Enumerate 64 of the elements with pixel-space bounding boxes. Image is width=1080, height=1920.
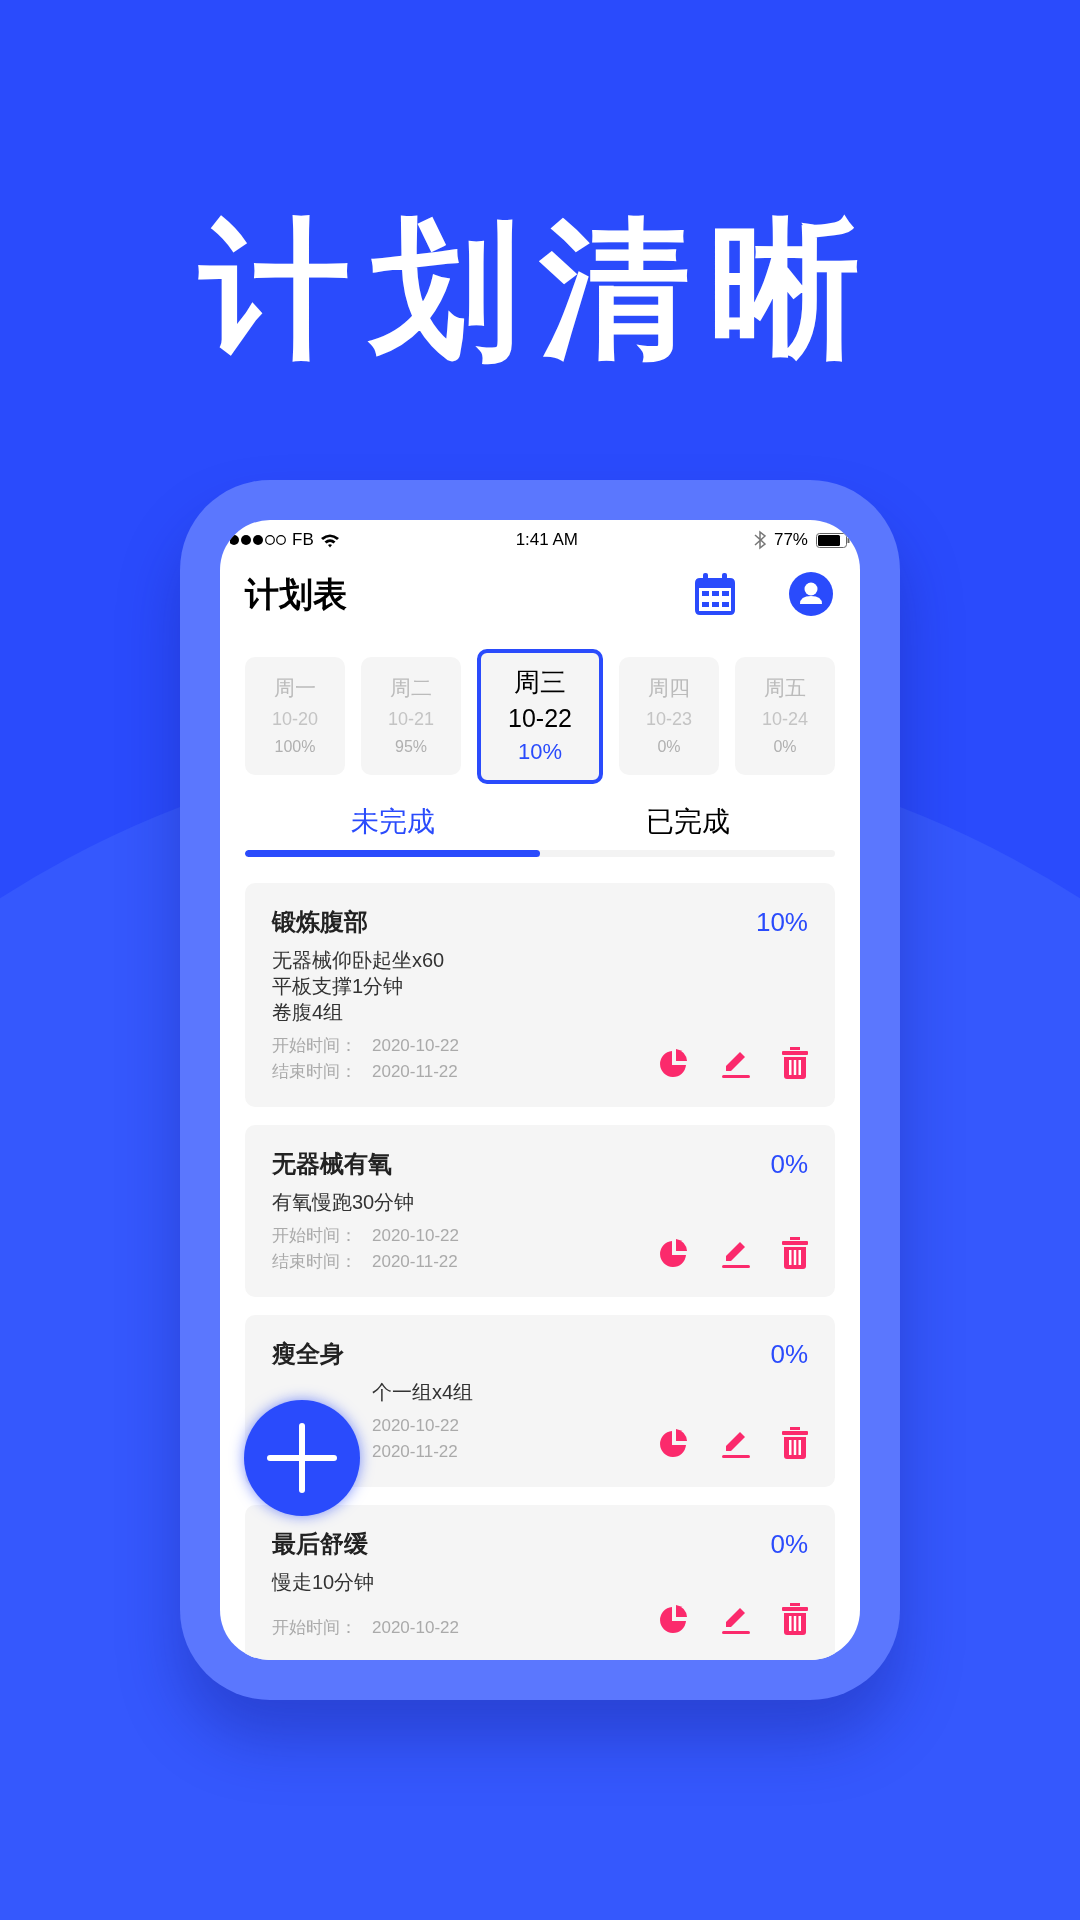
status-time: 1:41 AM — [515, 529, 579, 552]
plus-icon — [267, 1423, 337, 1493]
day-percent: 10% — [517, 738, 562, 766]
trash-icon[interactable] — [782, 1603, 808, 1635]
plan-title: 锻炼腹部 — [272, 907, 368, 937]
start-label: 开始时间： — [272, 1035, 357, 1057]
day-card[interactable]: 周三 10-22 10% — [477, 648, 603, 784]
plan-percent: 10% — [755, 906, 808, 939]
start-date: 2020-10-22 — [372, 1225, 459, 1247]
day-percent: 0% — [773, 737, 797, 757]
plan-card[interactable]: 瘦全身 0% 个一组x4组 2020-10-22 2020-11-22 — [245, 1315, 835, 1487]
plan-detail: 无器械仰卧起坐x60 — [272, 948, 446, 973]
calendar-icon[interactable] — [693, 573, 737, 615]
status-tab[interactable]: 未完成 — [245, 794, 540, 850]
day-percent: 0% — [657, 737, 681, 757]
carrier-label: FB — [292, 529, 314, 552]
pie-chart-icon[interactable] — [658, 1427, 690, 1459]
trash-icon[interactable] — [782, 1047, 808, 1079]
pie-chart-icon[interactable] — [658, 1047, 690, 1079]
day-label: 周二 — [390, 675, 432, 701]
plan-detail: 个一组x4组 — [372, 1380, 475, 1405]
start-date: 2020-10-22 — [372, 1617, 459, 1639]
plan-card[interactable]: 无器械有氧 0% 有氧慢跑30分钟 开始时间： 2020-10-22 结束时间： 2020-11-22 — [245, 1125, 835, 1297]
plan-percent: 0% — [770, 1148, 808, 1181]
wifi-icon — [319, 532, 340, 548]
pie-chart-icon[interactable] — [658, 1237, 690, 1269]
day-label: 周一 — [274, 675, 316, 701]
start-label: 开始时间： — [272, 1617, 357, 1639]
plan-detail: 卷腹4组 — [272, 1000, 345, 1025]
pie-chart-icon[interactable] — [658, 1603, 690, 1635]
plan-percent: 0% — [770, 1338, 808, 1371]
trash-icon[interactable] — [782, 1237, 808, 1269]
status-tab[interactable]: 已完成 — [540, 794, 835, 850]
end-label: 结束时间： — [272, 1251, 357, 1273]
start-date: 2020-10-22 — [372, 1035, 459, 1057]
plan-card[interactable]: 最后舒缓 0% 慢走10分钟 开始时间： 2020-10-22 — [245, 1505, 835, 1660]
day-label: 周四 — [648, 675, 690, 701]
plan-detail: 平板支撑1分钟 — [272, 974, 405, 999]
signal-icon — [230, 534, 286, 546]
plan-detail: 有氧慢跑30分钟 — [272, 1190, 416, 1215]
battery-icon — [816, 532, 850, 548]
bluetooth-icon — [753, 530, 766, 550]
plan-title: 最后舒缓 — [272, 1529, 368, 1559]
start-label: 开始时间： — [272, 1225, 357, 1247]
profile-avatar-icon[interactable] — [789, 572, 833, 616]
end-date: 2020-11-22 — [372, 1441, 458, 1463]
day-percent: 95% — [395, 737, 427, 757]
plan-detail: 慢走10分钟 — [272, 1570, 376, 1595]
plan-percent: 0% — [770, 1528, 808, 1561]
plan-title: 无器械有氧 — [272, 1149, 392, 1179]
battery-percent: 77% — [773, 529, 808, 552]
day-label: 周五 — [764, 675, 806, 701]
page-title: 计划表 — [245, 573, 347, 615]
end-date: 2020-11-22 — [372, 1061, 458, 1083]
end-date: 2020-11-22 — [372, 1251, 458, 1273]
headline: 计划清晰 — [200, 206, 880, 375]
start-date: 2020-10-22 — [372, 1415, 459, 1437]
day-percent: 100% — [274, 737, 316, 757]
day-date: 10-22 — [508, 703, 572, 734]
end-label: 结束时间： — [272, 1061, 357, 1083]
plan-title: 瘦全身 — [272, 1339, 344, 1369]
plan-card[interactable]: 锻炼腹部 10% 无器械仰卧起坐x60 平板支撑1分钟 卷腹4组 开始时间： 2020-10-22 结束时间： 2020-11-22 — [245, 883, 835, 1107]
trash-icon[interactable] — [782, 1427, 808, 1459]
day-label: 周三 — [514, 666, 566, 698]
